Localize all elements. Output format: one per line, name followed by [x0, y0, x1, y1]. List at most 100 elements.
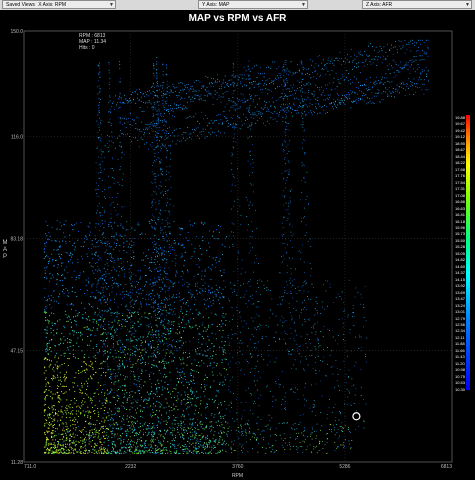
data-point: [162, 376, 165, 378]
data-point: [82, 317, 84, 319]
data-point: [119, 449, 121, 452]
data-point: [147, 91, 148, 92]
data-point: [316, 310, 318, 312]
data-point: [162, 435, 164, 437]
data-point: [113, 282, 116, 284]
data-point: [365, 356, 367, 357]
data-point: [67, 452, 70, 454]
data-point: [342, 326, 344, 328]
data-point: [340, 102, 342, 103]
data-point: [215, 421, 217, 423]
data-point: [120, 234, 122, 236]
data-point: [241, 124, 243, 126]
data-point: [180, 337, 182, 339]
data-point: [151, 364, 153, 366]
data-point: [105, 397, 107, 399]
data-point: [88, 443, 90, 445]
data-point: [282, 66, 284, 68]
data-point: [153, 125, 154, 127]
data-point: [122, 291, 124, 293]
data-point: [215, 80, 216, 82]
data-point: [366, 337, 368, 339]
y-tick-label: 11.28: [11, 460, 23, 466]
data-point: [221, 293, 223, 295]
data-point: [208, 122, 210, 124]
data-point: [160, 380, 162, 382]
data-point: [69, 346, 71, 348]
data-point: [320, 359, 322, 361]
data-point: [93, 374, 95, 376]
data-point: [103, 450, 105, 452]
data-point: [370, 103, 372, 104]
data-point: [153, 284, 155, 286]
data-point: [45, 317, 47, 319]
data-point: [220, 86, 222, 87]
data-point: [126, 447, 128, 449]
data-point: [266, 110, 268, 112]
data-point: [144, 275, 146, 277]
data-point: [156, 64, 158, 66]
data-point: [80, 255, 83, 257]
data-point: [240, 425, 242, 427]
data-point: [136, 380, 138, 382]
data-point: [226, 84, 228, 86]
data-point: [121, 447, 123, 449]
data-point: [236, 98, 238, 100]
data-point: [180, 322, 183, 324]
data-point: [151, 329, 154, 331]
data-point: [319, 74, 321, 76]
data-point: [183, 451, 185, 453]
data-point: [154, 125, 156, 126]
data-point: [65, 434, 67, 436]
data-point: [57, 443, 59, 446]
data-point: [315, 383, 317, 385]
data-point: [281, 404, 282, 406]
data-point: [77, 239, 79, 241]
data-point: [166, 279, 168, 281]
data-point: [159, 120, 161, 121]
data-point: [325, 374, 327, 376]
data-point: [358, 348, 360, 350]
data-point: [50, 432, 52, 434]
data-point: [93, 452, 95, 454]
data-point: [126, 240, 128, 242]
scatter-plot[interactable]: 711.0 2232 3760 5286 6813150.0116.083.1847.1…: [0, 0, 475, 480]
data-point: [189, 137, 191, 138]
data-point: [136, 452, 138, 454]
data-point: [224, 414, 226, 417]
data-point: [270, 81, 272, 83]
data-point: [117, 375, 118, 377]
data-point: [160, 213, 161, 215]
data-point: [156, 85, 158, 87]
data-point: [131, 407, 133, 409]
data-point: [398, 45, 400, 47]
data-point: [190, 308, 192, 310]
data-point: [86, 289, 88, 291]
data-point: [212, 131, 214, 133]
data-point: [342, 322, 344, 324]
data-point: [405, 62, 407, 64]
data-point: [398, 92, 400, 94]
data-point: [87, 410, 89, 412]
data-point: [213, 445, 215, 447]
x-tick-label: 711.0: [24, 464, 36, 470]
data-point: [148, 356, 150, 358]
data-point: [345, 97, 347, 99]
data-point: [114, 318, 116, 320]
data-point: [247, 65, 249, 67]
data-point: [296, 109, 298, 111]
data-point: [45, 299, 47, 301]
data-point: [283, 287, 285, 288]
data-point: [141, 410, 143, 412]
data-point: [110, 371, 112, 373]
data-point: [150, 405, 152, 407]
data-point: [43, 414, 45, 416]
data-point: [56, 228, 58, 230]
data-point: [54, 447, 56, 449]
data-point: [214, 90, 216, 92]
data-point: [104, 402, 106, 404]
data-point: [50, 327, 52, 329]
data-point: [57, 320, 59, 322]
data-point: [154, 155, 156, 157]
data-point: [180, 89, 182, 91]
